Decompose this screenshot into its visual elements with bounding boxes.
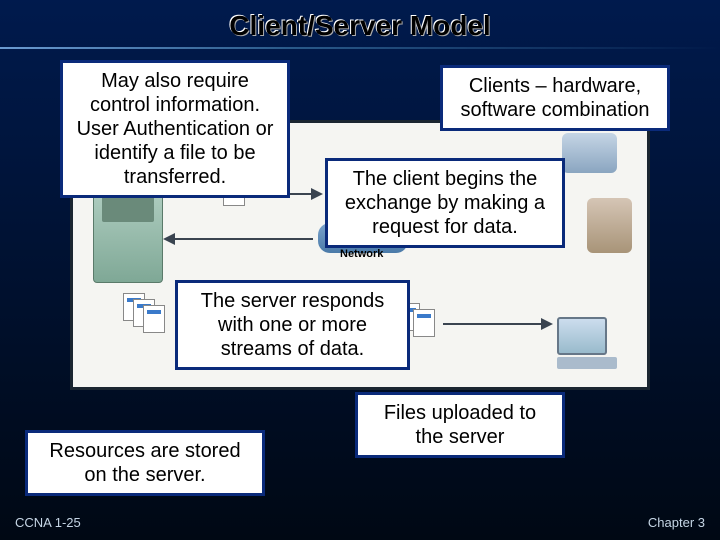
arrow-from-server-icon: [173, 238, 313, 240]
footer-chapter: Chapter 3: [648, 515, 705, 530]
callout-clients-hw-sw: Clients – hardware, software combination: [440, 65, 670, 131]
callout-client-begins: The client begins the exchange by making…: [325, 158, 565, 248]
callout-control-info: May also require control information. Us…: [60, 60, 290, 198]
callout-server-responds: The server responds with one or more str…: [175, 280, 410, 370]
server-files-icon: [123, 293, 163, 333]
accent-bar: [0, 47, 720, 49]
callout-resources-stored: Resources are stored on the server.: [25, 430, 265, 496]
phone-client-icon: [562, 133, 617, 173]
callout-files-uploaded: Files uploaded to the server: [355, 392, 565, 458]
arrow-to-pc-icon: [443, 323, 543, 325]
slide-title: Client/Server Model: [0, 10, 720, 42]
footer-slide-number: CCNA 1-25: [15, 515, 81, 530]
network-label: Network: [340, 248, 383, 260]
pc-client-icon: [557, 317, 617, 372]
pda-client-icon: [587, 198, 632, 253]
